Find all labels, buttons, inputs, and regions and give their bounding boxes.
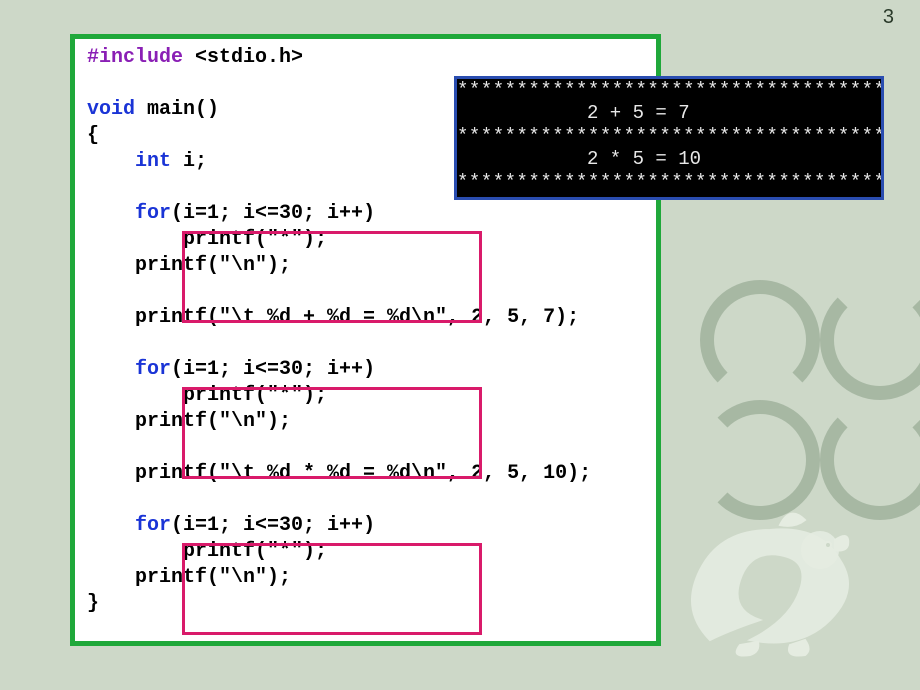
printf-add: printf("\t %d + %d = %d\n", 2, 5, 7); [87, 306, 579, 329]
console-stars-2: ************************************ [457, 125, 881, 148]
for-condition-2: (i=1; i<=30; i++) [171, 358, 375, 381]
background-pattern [660, 260, 920, 680]
keyword-void: void [87, 98, 135, 121]
for-condition-1: (i=1; i<=30; i++) [171, 202, 375, 225]
indent [87, 150, 135, 173]
console-stars-3: ************************************ [457, 171, 881, 194]
brace-open: { [87, 124, 99, 147]
include-header: <stdio.h> [183, 46, 303, 69]
keyword-for-2: for [135, 358, 171, 381]
printf-star-3: printf("*"); [87, 540, 327, 563]
console-output-panel: ************************************ 2 +… [454, 76, 884, 200]
preprocessor-directive: #include [87, 46, 183, 69]
keyword-for: for [135, 202, 171, 225]
brace-close: } [87, 592, 99, 615]
var-decl: i; [171, 150, 207, 173]
keyword-for-3: for [135, 514, 171, 537]
printf-star-1: printf("*"); [87, 228, 327, 251]
console-stars-1: ************************************ [457, 79, 881, 102]
page-number: 3 [883, 6, 894, 29]
console-line-mul: 2 * 5 = 10 [457, 148, 881, 171]
printf-star-2: printf("*"); [87, 384, 327, 407]
keyword-int: int [135, 150, 171, 173]
for-condition-3: (i=1; i<=30; i++) [171, 514, 375, 537]
console-line-add: 2 + 5 = 7 [457, 102, 881, 125]
dragon-decoration [670, 490, 890, 660]
printf-newline-2: printf("\n"); [87, 410, 291, 433]
printf-newline-3: printf("\n"); [87, 566, 291, 589]
printf-mul: printf("\t %d * %d = %d\n", 2, 5, 10); [87, 462, 591, 485]
printf-newline-1: printf("\n"); [87, 254, 291, 277]
main-signature: main() [135, 98, 219, 121]
